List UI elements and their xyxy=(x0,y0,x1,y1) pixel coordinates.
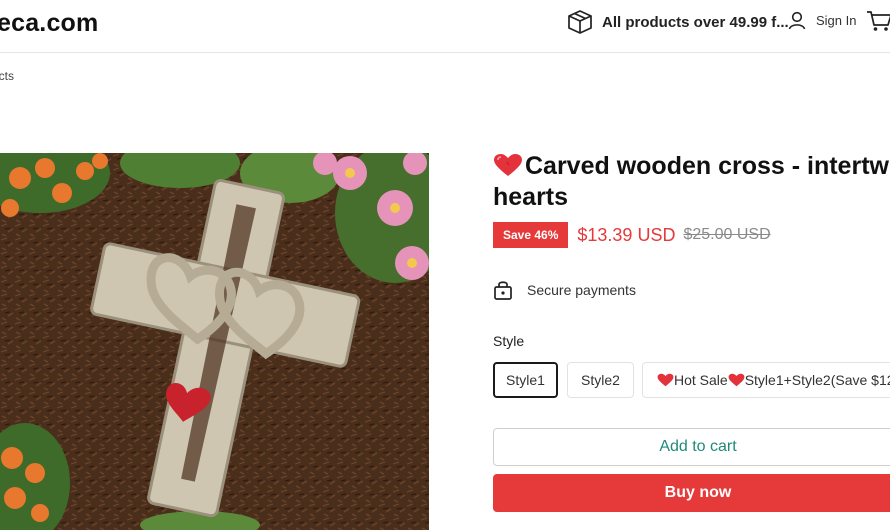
lock-icon xyxy=(494,281,512,300)
heart-emoji-icon xyxy=(494,154,522,176)
save-badge: Save 46% xyxy=(493,222,569,248)
buy-now-button[interactable]: Buy now xyxy=(493,474,890,512)
variant-style1[interactable]: Style1 xyxy=(493,362,558,398)
shopping-cart-icon[interactable] xyxy=(866,10,890,32)
shipping-text: All products over 49.99 f... xyxy=(602,13,789,31)
price-row: Save 46% $13.39 USD $25.00 USD xyxy=(493,222,771,248)
heart-emoji-icon xyxy=(728,373,745,387)
breadcrumb[interactable]: ucts xyxy=(0,69,14,83)
variant-bundle[interactable]: Hot Sale Style1+Style2(Save $12 xyxy=(642,362,890,398)
variant-style2[interactable]: Style2 xyxy=(567,362,634,398)
variant-style2-label: Style2 xyxy=(581,372,620,388)
variant-bundle-label-a: Hot Sale xyxy=(674,372,728,388)
add-to-cart-button[interactable]: Add to cart xyxy=(493,428,890,466)
secure-payments-label: Secure payments xyxy=(527,282,636,298)
sale-price: $13.39 USD xyxy=(577,224,676,245)
compare-at-price: $25.00 USD xyxy=(683,226,771,243)
style-label: Style xyxy=(493,333,525,349)
product-image[interactable] xyxy=(0,153,429,530)
sign-in-label: Sign In xyxy=(816,13,857,28)
package-box-icon xyxy=(568,10,592,34)
variant-style1-label: Style1 xyxy=(506,372,545,388)
variant-bundle-label-b: Style1+Style2(Save $12 xyxy=(744,372,890,388)
shipping-notice: All products over 49.99 f... xyxy=(566,9,789,35)
product-title-line1: Carved wooden cross - intertw xyxy=(525,152,889,180)
secure-payments: Secure payments xyxy=(493,279,636,301)
user-icon xyxy=(788,11,806,30)
site-logo[interactable]: eca.com xyxy=(0,9,98,38)
site-header: eca.com All products over 49.99 f... Sig… xyxy=(0,0,890,53)
product-title-line2: hearts xyxy=(493,183,569,211)
heart-emoji-icon xyxy=(657,373,674,387)
product-title: Carved wooden cross - intertw hearts xyxy=(493,151,890,213)
sign-in-link[interactable]: Sign In xyxy=(788,11,856,30)
